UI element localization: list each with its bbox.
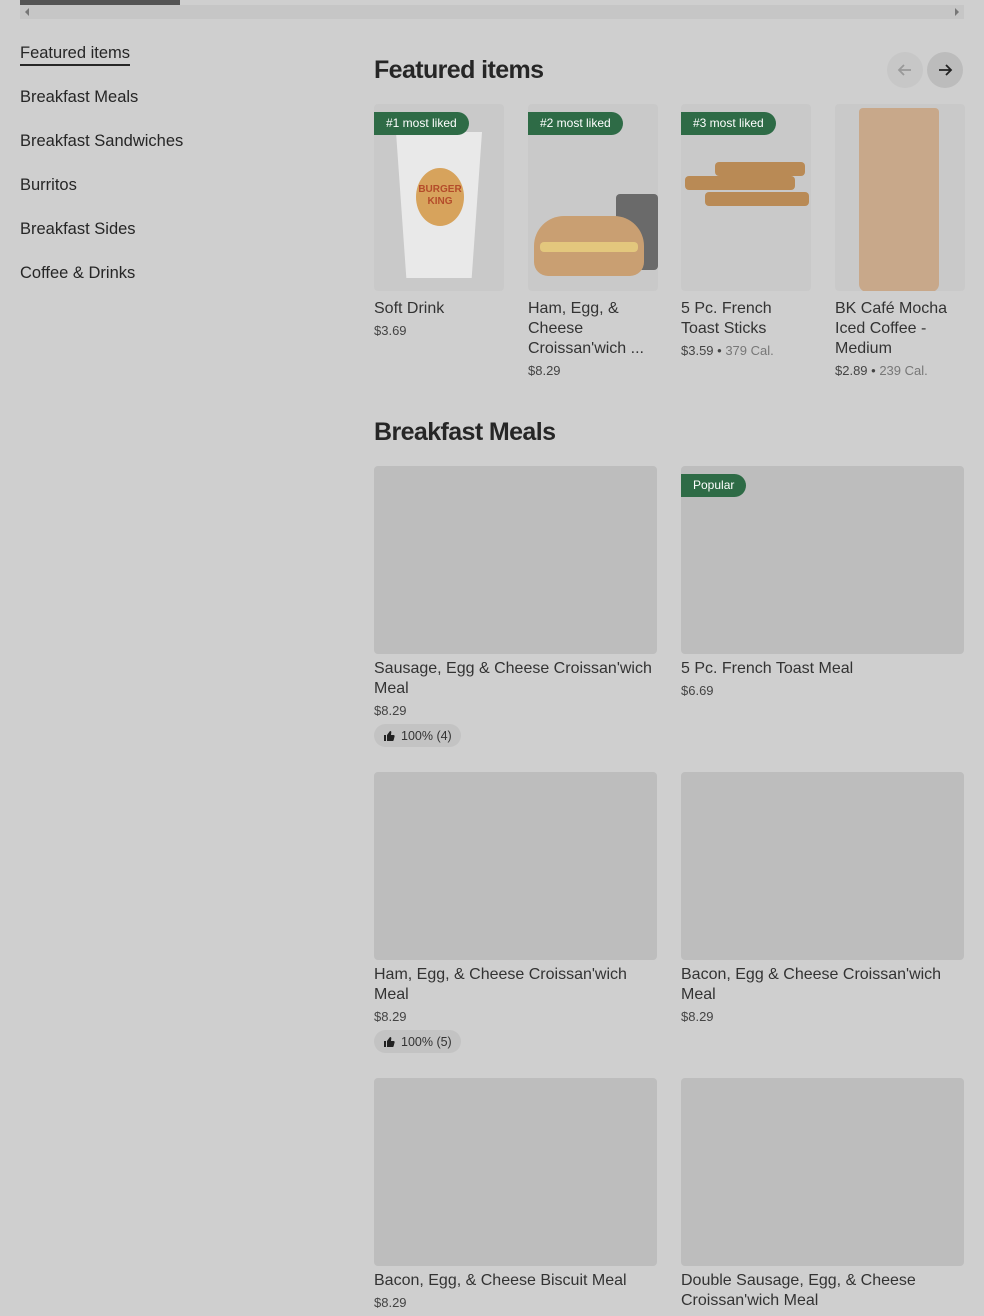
product-image bbox=[681, 1078, 964, 1266]
product-image bbox=[374, 466, 657, 654]
sidebar-item-label: Breakfast Meals bbox=[20, 88, 139, 106]
sidebar-item-label: Coffee & Drinks bbox=[20, 264, 136, 282]
product-image: #2 most liked bbox=[528, 104, 658, 291]
product-image bbox=[835, 104, 965, 291]
scroll-left-arrow-icon[interactable] bbox=[25, 8, 29, 16]
croissant-sandwich bbox=[534, 216, 644, 276]
scrollbar-thumb[interactable] bbox=[20, 0, 180, 5]
most-liked-badge: #1 most liked bbox=[374, 112, 469, 135]
brand-logo: BURGER KING bbox=[416, 168, 464, 226]
item-name: 5 Pc. French Toast Sticks bbox=[681, 300, 772, 337]
featured-carousel: BURGER KING #1 most liked Soft Drink $3.6… bbox=[374, 104, 984, 394]
category-sidebar: Featured items Breakfast Meals Breakfast… bbox=[20, 42, 320, 306]
item-name: 5 Pc. French Toast Meal bbox=[681, 660, 854, 677]
rating-badge: 100% (4) bbox=[374, 724, 461, 747]
item-name: Bacon, Egg, & Cheese Biscuit Meal bbox=[374, 1272, 627, 1289]
rating-value: 100% (5) bbox=[401, 1034, 452, 1049]
carousel-prev-button[interactable] bbox=[887, 52, 923, 88]
sidebar-item-breakfast-meals[interactable]: Breakfast Meals bbox=[20, 86, 320, 130]
item-name: Ham, Egg, & Cheese Croissan'wich Meal bbox=[374, 966, 627, 1003]
product-image: BURGER KING #1 most liked bbox=[374, 104, 504, 291]
sidebar-item-label: Burritos bbox=[20, 176, 77, 194]
item-name: Sausage, Egg & Cheese Croissan'wich Meal bbox=[374, 660, 652, 697]
sidebar-item-coffee-drinks[interactable]: Coffee & Drinks bbox=[20, 262, 320, 306]
menu-item-card[interactable]: Popular 5 Pc. French Toast Meal $6.69 bbox=[681, 466, 964, 698]
item-price: $3.69 bbox=[374, 323, 504, 338]
item-price: $2.89 • 239 Cal. bbox=[835, 363, 928, 378]
rating-badge: 100% (5) bbox=[374, 1030, 461, 1053]
item-price: $6.69 bbox=[681, 683, 714, 698]
sidebar-item-label: Featured items bbox=[20, 44, 131, 66]
featured-item-card[interactable]: BK Café Mocha Iced Coffee - Medium $2.89… bbox=[835, 104, 965, 378]
toast-stick bbox=[705, 192, 809, 206]
scroll-right-arrow-icon[interactable] bbox=[955, 8, 959, 16]
sidebar-item-breakfast-sandwiches[interactable]: Breakfast Sandwiches bbox=[20, 130, 320, 174]
sidebar-item-label: Breakfast Sides bbox=[20, 220, 136, 238]
item-name: BK Café Mocha Iced Coffee - Medium bbox=[835, 300, 948, 357]
product-image: Popular bbox=[681, 466, 964, 654]
price-value: $3.59 bbox=[681, 343, 714, 358]
price-value: $3.69 bbox=[374, 323, 407, 338]
item-name: Bacon, Egg & Cheese Croissan'wich Meal bbox=[681, 966, 942, 1003]
item-price: $8.29 bbox=[374, 1295, 407, 1310]
thumbs-up-icon bbox=[384, 1036, 395, 1047]
price-value: $8.29 bbox=[528, 363, 561, 378]
horizontal-scrollbar[interactable] bbox=[20, 0, 964, 19]
item-price: $3.59 • 379 Cal. bbox=[681, 343, 774, 358]
product-image: #3 most liked bbox=[681, 104, 811, 291]
product-image bbox=[374, 772, 657, 960]
menu-item-card[interactable]: Double Sausage, Egg, & Cheese Croissan'w… bbox=[681, 1078, 964, 1311]
breakfast-meals-heading: Breakfast Meals bbox=[374, 418, 556, 446]
arrow-left-icon bbox=[897, 64, 911, 76]
sidebar-item-burritos[interactable]: Burritos bbox=[20, 174, 320, 218]
featured-item-card[interactable]: BURGER KING #1 most liked Soft Drink $3.6… bbox=[374, 104, 504, 338]
item-name: Double Sausage, Egg, & Cheese Croissan'w… bbox=[681, 1272, 916, 1309]
menu-item-card[interactable]: Bacon, Egg & Cheese Croissan'wich Meal $… bbox=[681, 772, 964, 1024]
calories: 239 Cal. bbox=[879, 363, 928, 378]
featured-item-card[interactable]: #3 most liked 5 Pc. French Toast Sticks … bbox=[681, 104, 811, 358]
most-liked-badge: #2 most liked bbox=[528, 112, 623, 135]
menu-item-card[interactable]: Sausage, Egg & Cheese Croissan'wich Meal… bbox=[374, 466, 657, 747]
popular-badge: Popular bbox=[681, 474, 747, 497]
featured-items-heading: Featured items bbox=[374, 56, 544, 84]
product-image bbox=[374, 1078, 657, 1266]
product-image bbox=[681, 772, 964, 960]
price-value: $2.89 bbox=[835, 363, 868, 378]
item-price: $8.29 bbox=[374, 703, 407, 718]
sidebar-item-featured-items[interactable]: Featured items bbox=[20, 42, 320, 86]
menu-item-card[interactable]: Bacon, Egg, & Cheese Biscuit Meal $8.29 bbox=[374, 1078, 657, 1310]
item-name: Soft Drink bbox=[374, 300, 445, 317]
item-price: $8.29 bbox=[374, 1009, 407, 1024]
toast-stick bbox=[685, 176, 795, 190]
carousel-next-button[interactable] bbox=[927, 52, 963, 88]
most-liked-badge: #3 most liked bbox=[681, 112, 776, 135]
item-price: $8.29 bbox=[681, 1009, 714, 1024]
toast-stick bbox=[715, 162, 805, 176]
thumbs-up-icon bbox=[384, 730, 395, 741]
menu-item-card[interactable]: Ham, Egg, & Cheese Croissan'wich Meal $8… bbox=[374, 772, 657, 1053]
calories: 379 Cal. bbox=[725, 343, 774, 358]
item-price: $8.29 bbox=[528, 363, 658, 378]
sidebar-item-label: Breakfast Sandwiches bbox=[20, 132, 184, 150]
rating-value: 100% (4) bbox=[401, 728, 452, 743]
sidebar-item-breakfast-sides[interactable]: Breakfast Sides bbox=[20, 218, 320, 262]
item-name: Ham, Egg, & Cheese Croissan'wich ... bbox=[528, 300, 644, 357]
arrow-right-icon bbox=[939, 64, 953, 76]
french-toast-sticks bbox=[685, 162, 811, 218]
iced-coffee-glass bbox=[859, 108, 939, 291]
featured-item-card[interactable]: #2 most liked Ham, Egg, & Cheese Croissa… bbox=[528, 104, 658, 378]
